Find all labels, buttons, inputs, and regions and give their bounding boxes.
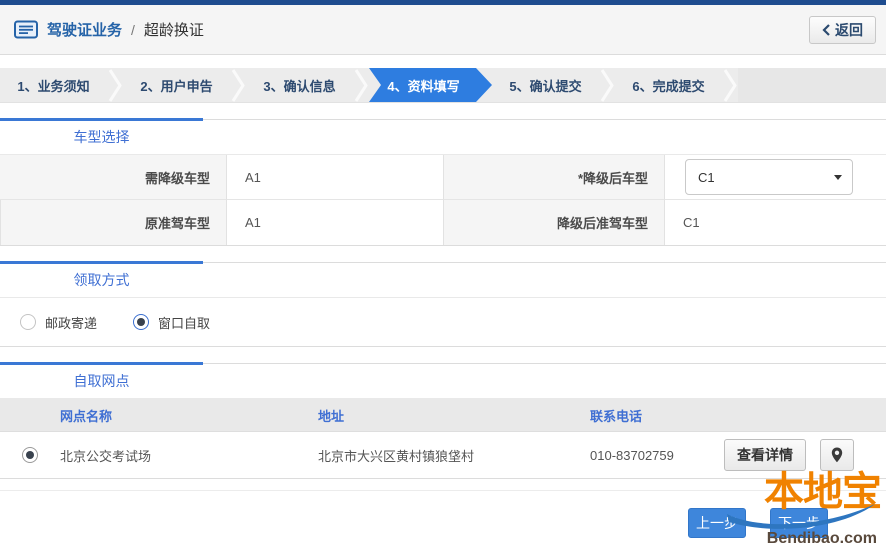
pickup-option-postal[interactable]: 邮政寄递 xyxy=(20,313,97,332)
map-pin-icon xyxy=(831,447,843,463)
chevron-down-icon xyxy=(834,175,842,180)
vehicle-form-grid: 需降级车型 A1 *降级后车型 C1 原准驾车型 A1 降级后准驾车型 C1 xyxy=(0,155,886,246)
next-step-button[interactable]: 下一步 xyxy=(770,508,828,538)
value-downgraded-permitted-type: C1 xyxy=(665,200,886,245)
section-pickup-outlets: 自取网点 网点名称 地址 联系电话 北京公交考试场 北京市大兴区黄村镇狼垡村 0… xyxy=(0,363,886,479)
label-original-permitted-type: 原准驾车型 xyxy=(0,200,227,245)
cell-after-downgrade-select: C1 xyxy=(665,155,886,200)
section-header: 自取网点 xyxy=(0,364,886,399)
section-title: 自取网点 xyxy=(0,364,203,399)
previous-step-button[interactable]: 上一步 xyxy=(688,508,746,538)
step-tab-4[interactable]: 4、资料填写 xyxy=(369,68,492,102)
back-button[interactable]: 返回 xyxy=(809,16,876,44)
pickup-option-window[interactable]: 窗口自取 xyxy=(133,313,210,332)
chevron-left-icon xyxy=(822,24,830,36)
column-header-address: 地址 xyxy=(318,406,590,425)
map-location-button[interactable] xyxy=(820,439,854,471)
step-wizard-filler xyxy=(738,68,886,102)
breadcrumb-current: 超龄换证 xyxy=(144,19,204,40)
outlet-radio-cell xyxy=(0,447,60,463)
section-header: 领取方式 xyxy=(0,263,886,298)
pickup-options-row: 邮政寄递 窗口自取 xyxy=(0,298,886,347)
step-tab-1[interactable]: 1、业务须知 xyxy=(0,68,107,102)
step-tab-2[interactable]: 2、用户申告 xyxy=(123,68,230,102)
view-details-button[interactable]: 查看详情 xyxy=(724,439,806,471)
after-downgrade-type-select[interactable]: C1 xyxy=(685,159,853,195)
radio-window-pickup[interactable] xyxy=(133,314,149,330)
chevron-right-icon xyxy=(353,68,369,102)
page-header: 驾驶证业务 / 超龄换证 返回 xyxy=(0,5,886,55)
step-wizard: 1、业务须知 2、用户申告 3、确认信息 4、资料填写 5、确认提交 6、完成提… xyxy=(0,68,886,103)
radio-postal-delivery[interactable] xyxy=(20,314,36,330)
outlet-address: 北京市大兴区黄村镇狼垡村 xyxy=(318,446,590,465)
label-need-downgrade-type: 需降级车型 xyxy=(0,155,227,200)
back-button-label: 返回 xyxy=(835,20,863,40)
chevron-right-icon xyxy=(722,68,738,102)
select-selected-value: C1 xyxy=(698,170,834,185)
section-pickup-method: 领取方式 邮政寄递 窗口自取 xyxy=(0,262,886,347)
form-list-icon xyxy=(14,20,38,39)
footer-bar: 上一步 下一步 xyxy=(0,490,886,554)
outlet-name: 北京公交考试场 xyxy=(60,446,318,465)
outlets-table-header: 网点名称 地址 联系电话 xyxy=(0,399,886,432)
column-header-name: 网点名称 xyxy=(60,406,318,425)
footer-buttons: 上一步 下一步 xyxy=(0,508,828,538)
section-header: 车型选择 xyxy=(0,120,886,155)
step-tab-6[interactable]: 6、完成提交 xyxy=(615,68,722,102)
radio-outlet-select[interactable] xyxy=(22,447,38,463)
chevron-right-icon xyxy=(599,68,615,102)
section-vehicle-type: 车型选择 需降级车型 A1 *降级后车型 C1 原准驾车型 A1 降级后准驾车型… xyxy=(0,119,886,246)
breadcrumb-divider: / xyxy=(131,22,135,38)
outlet-phone: 010-83702759 xyxy=(590,448,724,463)
outlet-actions: 查看详情 xyxy=(724,439,886,471)
label-after-downgrade-type: *降级后车型 xyxy=(443,155,665,200)
step-tab-3[interactable]: 3、确认信息 xyxy=(246,68,353,102)
pickup-option-label: 窗口自取 xyxy=(158,313,210,332)
chevron-right-icon xyxy=(107,68,123,102)
value-original-permitted-type: A1 xyxy=(227,200,443,245)
chevron-right-icon xyxy=(230,68,246,102)
section-title: 领取方式 xyxy=(0,263,203,298)
outlet-table-row: 北京公交考试场 北京市大兴区黄村镇狼垡村 010-83702759 查看详情 xyxy=(0,432,886,479)
section-title: 车型选择 xyxy=(0,120,203,155)
value-need-downgrade-type: A1 xyxy=(227,155,443,200)
column-header-phone: 联系电话 xyxy=(590,406,724,425)
step-tab-5[interactable]: 5、确认提交 xyxy=(492,68,599,102)
pickup-option-label: 邮政寄递 xyxy=(45,313,97,332)
breadcrumb-category: 驾驶证业务 xyxy=(47,19,122,40)
label-downgraded-permitted-type: 降级后准驾车型 xyxy=(443,200,665,245)
